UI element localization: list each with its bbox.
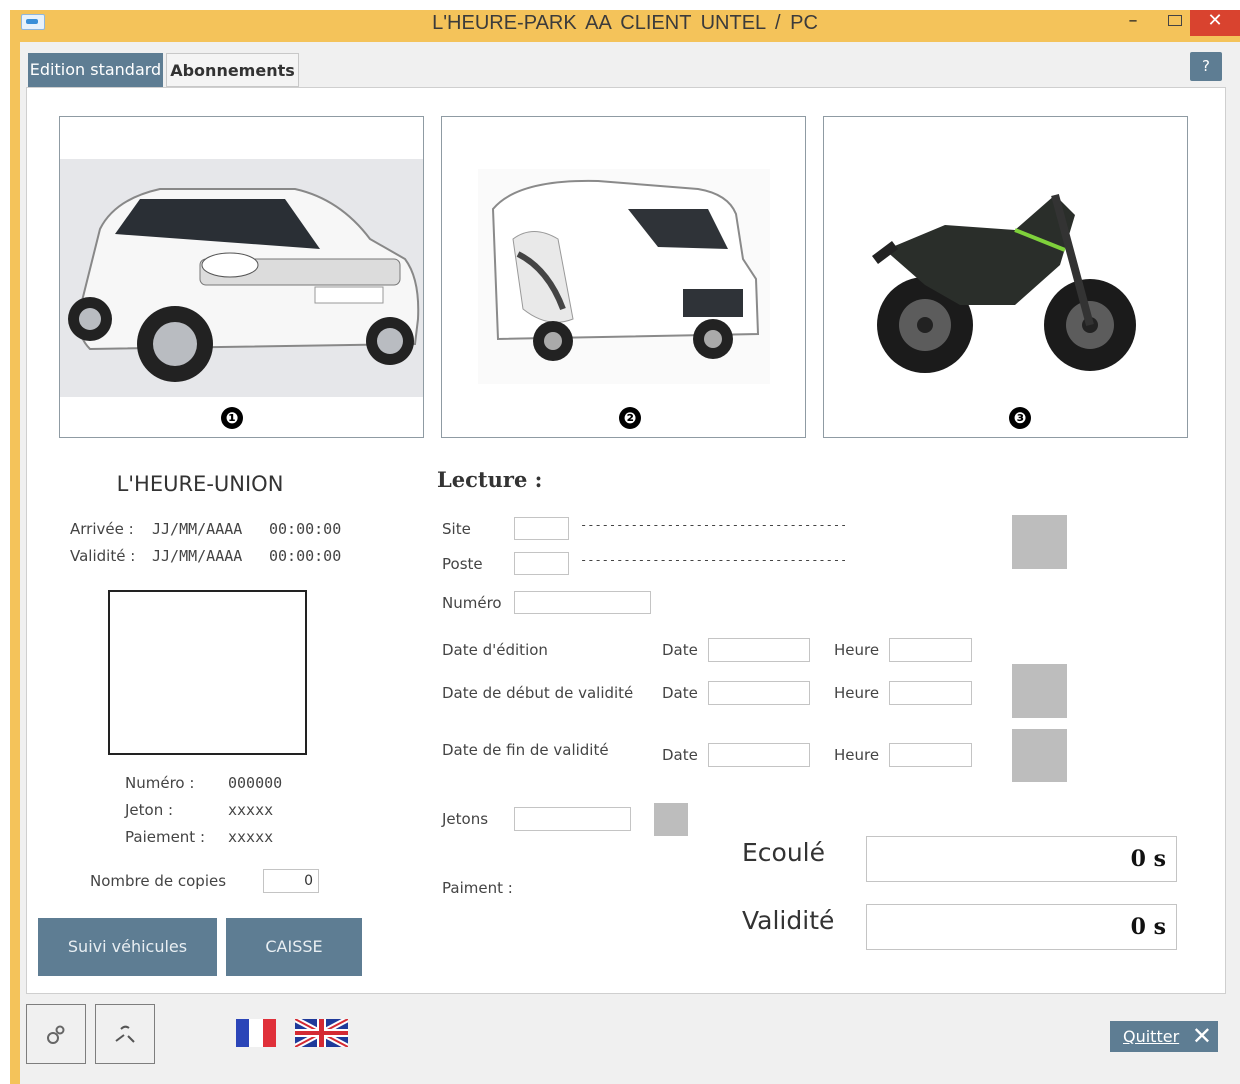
jetons-input[interactable] [514,807,631,831]
quit-label: Quitter [1123,1027,1180,1046]
debut-status-indicator [1012,664,1067,718]
vehicle-number-badge: ❶ [221,407,243,429]
validite-label: Validité : [70,547,136,565]
date-edition-heure-input[interactable] [889,638,972,662]
ticket-code-box [108,590,307,755]
ecoule-label: Ecoulé [742,838,826,867]
date-fin-label: Date de fin de validité [442,741,609,759]
numero-label: Numéro [442,594,502,612]
settings-button[interactable] [26,1004,86,1064]
camper-van-photo-icon [478,169,770,384]
vehicle-car-selector[interactable]: ❶ [59,116,424,438]
date-debut-heure-input[interactable] [889,681,972,705]
arrivee-label: Arrivée : [70,520,134,538]
date-edition-date-input[interactable] [708,638,810,662]
date-fin-date-input[interactable] [708,743,810,767]
ticket-title: L'HEURE-UNION [116,472,284,496]
vehicle-camper-selector[interactable]: ❷ [441,116,806,438]
site-input[interactable] [514,517,569,540]
window-title: L'HEURE-PARK AA CLIENT UNTEL / PC [432,12,818,34]
arrivee-time: 00:00:00 [269,520,342,538]
copies-input[interactable]: 0 [263,869,319,893]
jetons-status-indicator [654,803,688,836]
ticket-numero-value: 000000 [228,774,283,792]
car-photo-icon [60,159,423,397]
caisse-button[interactable]: CAISSE [226,918,362,976]
date-debut-date-input[interactable] [708,681,810,705]
close-icon: ✕ [1191,1022,1212,1050]
tab-abonnements[interactable]: Abonnements [166,53,299,87]
french-flag-icon[interactable] [236,1019,276,1047]
ticket-paiement-value: xxxxx [228,828,274,846]
lecture-title: Lecture : [437,467,543,492]
help-button[interactable]: ? [1190,52,1222,81]
date-debut-date-label: Date [662,684,698,702]
maximize-icon [1168,15,1182,26]
poste-label: Poste [442,555,483,573]
suivi-vehicules-button[interactable]: Suivi véhicules [38,918,217,976]
ticket-jeton-label: Jeton : [125,801,174,819]
site-label: Site [442,520,471,538]
tools-icon [115,1025,135,1043]
vehicle-number-badge: ❷ [619,407,641,429]
validite-time: 00:00:00 [269,547,342,565]
date-edition-date-label: Date [662,641,698,659]
date-debut-heure-label: Heure [834,684,880,702]
arrivee-date: JJ/MM/AAAA [152,520,243,538]
gears-icon [47,1025,65,1044]
poste-dashes: ----------------------------------------… [580,553,845,567]
site-status-indicator [1012,515,1067,569]
ticket-paiement-label: Paiement : [125,828,206,846]
date-edition-heure-label: Heure [834,641,880,659]
validite-date: JJ/MM/AAAA [152,547,243,565]
site-dashes: ----------------------------------------… [580,518,845,532]
title-bar: L'HEURE-PARK AA CLIENT UNTEL / PC – ✕ [10,10,1240,42]
ticket-jeton-value: xxxxx [228,801,274,819]
ecoule-value: 0 s [866,836,1177,882]
quit-button[interactable]: Quitter ✕ [1110,1021,1218,1052]
validite-timer-value: 0 s [866,904,1177,950]
date-fin-heure-label: Heure [834,746,880,764]
tools-button[interactable] [95,1004,155,1064]
uk-flag-icon[interactable] [295,1019,348,1047]
validite-timer-label: Validité [742,906,835,935]
date-fin-date-label: Date [662,746,698,764]
date-debut-label: Date de début de validité [442,684,634,702]
vehicle-motorcycle-selector[interactable]: ❸ [823,116,1188,438]
numero-input[interactable] [514,591,651,614]
minimize-button[interactable]: – [1112,10,1154,36]
motorcycle-photo-icon [865,155,1147,399]
close-window-button[interactable]: ✕ [1190,10,1240,36]
date-edition-label: Date d'édition [442,641,548,659]
ticket-numero-label: Numéro : [125,774,195,792]
paiment-label: Paiment : [442,879,513,897]
date-fin-heure-input[interactable] [889,743,972,767]
fin-status-indicator [1012,729,1067,782]
jetons-label: Jetons [442,810,489,828]
poste-input[interactable] [514,552,569,575]
vehicle-number-badge: ❸ [1009,407,1031,429]
window-frame [10,42,20,1084]
copies-label: Nombre de copies [90,872,227,890]
tab-edition-standard[interactable]: Edition standard [28,53,163,87]
